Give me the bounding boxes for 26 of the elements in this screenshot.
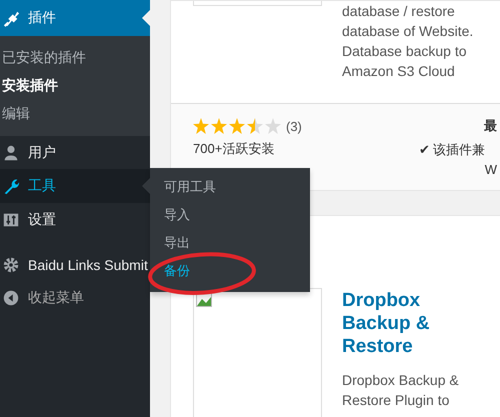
current-arrow-icon — [142, 10, 150, 26]
wrench-icon — [2, 177, 20, 195]
column-3-text: W — [484, 162, 497, 177]
rating-count: (3) — [286, 118, 302, 134]
collapse-menu-button[interactable]: 收起菜单 — [0, 281, 150, 314]
menu-item[interactable]: 插件 — [0, 0, 150, 36]
submenu-item[interactable]: 编辑 — [0, 99, 150, 127]
column-2-text: 最 — [483, 117, 497, 135]
flyout-item[interactable]: 备份 — [150, 257, 310, 285]
submenu-item[interactable]: 已安装的插件 — [0, 43, 150, 71]
user-icon — [2, 144, 20, 162]
compatibility-text: 该插件兼 — [432, 142, 485, 157]
menu-item[interactable]: Baidu Links Submit — [0, 248, 150, 281]
plug-icon — [2, 9, 20, 27]
plugin-title-link[interactable]: Dropbox Backup & Restore — [342, 289, 459, 358]
flyout-item[interactable]: 可用工具 — [150, 173, 310, 201]
check-icon: ✔ — [419, 142, 430, 157]
menu-item[interactable]: 用户 — [0, 136, 150, 169]
submenu-item[interactable]: 安装插件 — [0, 71, 150, 99]
flyout-item[interactable]: 导入 — [150, 201, 310, 229]
menu-item[interactable]: 设置 — [0, 203, 150, 236]
plugin-description: database / restore database of Website. Database backup to Amazon S3 Cloud — [342, 2, 474, 81]
install-count: 700+活跃安装 — [193, 140, 276, 158]
menu-item[interactable]: 工具 — [0, 169, 150, 203]
plugin-description: Dropbox Backup & Restore Plugin to — [342, 371, 459, 410]
flyout-item[interactable]: 导出 — [150, 229, 310, 257]
